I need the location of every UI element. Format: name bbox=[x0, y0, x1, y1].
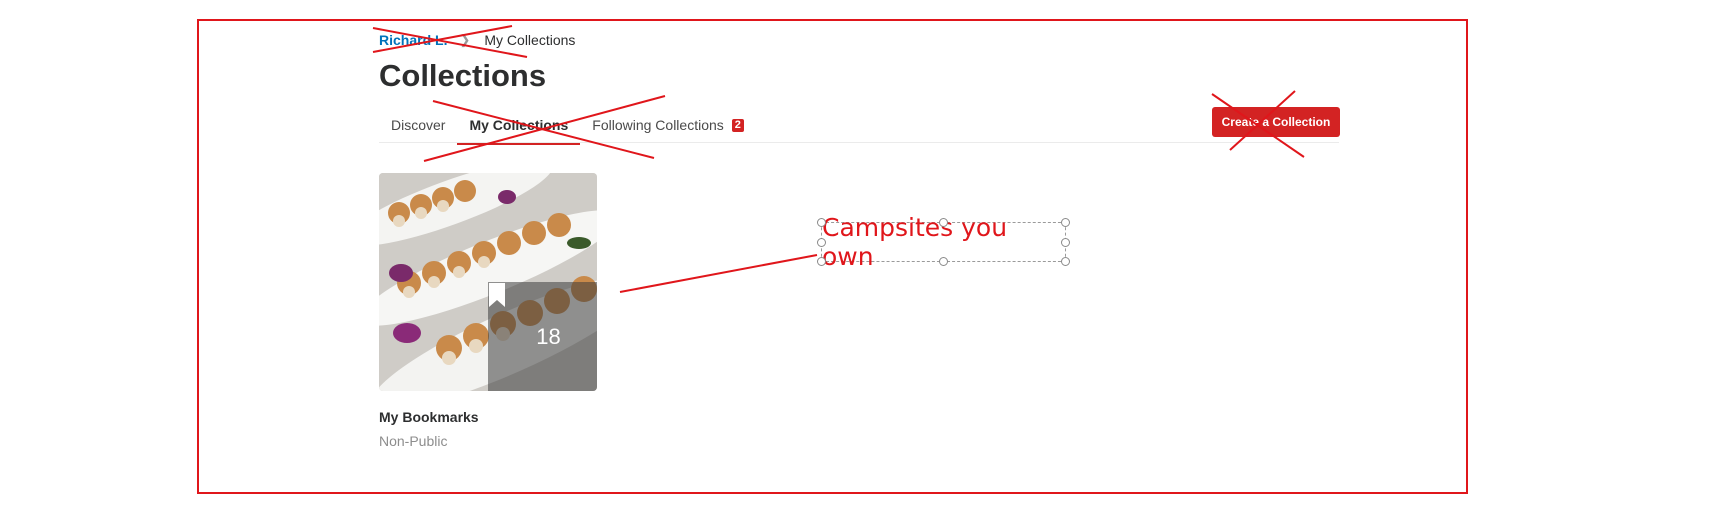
tab-following-collections[interactable]: Following Collections 2 bbox=[580, 113, 756, 145]
collection-tabs: Discover My Collections Following Collec… bbox=[379, 113, 756, 145]
bookmark-count: 18 bbox=[536, 323, 561, 349]
tab-label: Discover bbox=[391, 117, 446, 133]
resize-handle[interactable] bbox=[1061, 238, 1070, 247]
resize-handle[interactable] bbox=[817, 238, 826, 247]
collection-privacy: Non-Public bbox=[379, 433, 448, 449]
bookmark-icon bbox=[489, 283, 505, 307]
tabs-divider bbox=[379, 142, 1339, 143]
collection-title[interactable]: My Bookmarks bbox=[379, 409, 479, 425]
chevron-right-icon: ❯ bbox=[459, 32, 471, 47]
resize-handle[interactable] bbox=[817, 218, 826, 227]
tab-label: Following Collections bbox=[592, 117, 724, 133]
breadcrumb: Richard L. ❯ My Collections bbox=[379, 32, 575, 48]
resize-handle[interactable] bbox=[939, 257, 948, 266]
annotation-text-box[interactable]: Campsites you own bbox=[817, 213, 1070, 271]
bookmark-count-overlay: 18 bbox=[488, 282, 597, 391]
resize-handle[interactable] bbox=[1061, 257, 1070, 266]
resize-handle[interactable] bbox=[1061, 218, 1070, 227]
breadcrumb-user-link[interactable]: Richard L. bbox=[379, 32, 447, 48]
tab-my-collections[interactable]: My Collections bbox=[457, 113, 581, 145]
resize-handle[interactable] bbox=[939, 218, 948, 227]
tab-label: My Collections bbox=[469, 117, 569, 133]
tab-discover[interactable]: Discover bbox=[379, 113, 457, 145]
page-title: Collections bbox=[379, 58, 547, 93]
collection-card-thumbnail[interactable]: 18 bbox=[379, 173, 597, 391]
create-collection-button[interactable]: Create a Collection bbox=[1212, 107, 1340, 137]
breadcrumb-current: My Collections bbox=[484, 32, 576, 48]
resize-handle[interactable] bbox=[817, 257, 826, 266]
notification-badge: 2 bbox=[731, 118, 744, 132]
